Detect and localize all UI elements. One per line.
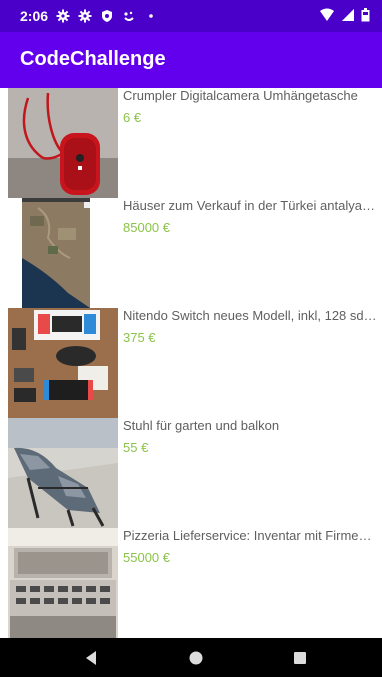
status-time: 2:06 — [20, 8, 49, 24]
listing-price: 375 € — [123, 330, 156, 345]
list-item[interactable]: Häuser zum Verkauf in der Türkei antalya… — [0, 198, 382, 308]
home-button[interactable] — [185, 647, 207, 669]
recents-button[interactable] — [289, 647, 311, 669]
listing-price: 55000 € — [123, 550, 170, 565]
wifi-icon — [320, 8, 334, 21]
app-bar: CodeChallenge — [0, 32, 382, 88]
listing-image-pizza-oven — [8, 528, 118, 638]
shield-icon — [102, 10, 113, 22]
listing-price: 6 € — [123, 110, 142, 125]
listing-price: 85000 € — [123, 220, 170, 235]
signal-icon — [342, 9, 354, 21]
app-title: CodeChallenge — [20, 48, 166, 70]
app-screen: 2:06 CodeChallenge Crumpler Digitalcamer… — [0, 0, 382, 677]
listing-title: Nitendo Switch neues Modell, inkl, 128 s… — [123, 308, 378, 323]
battery-icon — [361, 8, 370, 22]
back-button[interactable] — [80, 647, 102, 669]
wifi-calling-icon — [124, 11, 134, 21]
status-bar: 2:06 — [0, 0, 382, 32]
home-icon — [189, 651, 203, 665]
back-icon — [86, 651, 96, 665]
navigation-bar — [0, 638, 382, 677]
gear-icon — [56, 9, 70, 23]
listing-list[interactable]: Crumpler Digitalcamera Umhängetasche 6 € — [0, 88, 382, 638]
listing-image-console — [8, 308, 118, 418]
listing-title: Häuser zum Verkauf in der Türkei antalya… — [123, 198, 378, 213]
listing-price: 55 € — [123, 440, 149, 455]
list-item[interactable]: Stuhl für garten und balkon 55 € — [0, 418, 382, 528]
dot-icon — [149, 14, 153, 18]
gear-icon — [78, 9, 92, 23]
list-item[interactable]: Nitendo Switch neues Modell, inkl, 128 s… — [0, 308, 382, 418]
listing-image-satellite-map — [8, 198, 118, 308]
listing-image-garden-chair — [8, 418, 118, 528]
list-item[interactable]: Pizzeria Lieferservice: Inventar mit Fir… — [0, 528, 382, 638]
list-item[interactable]: Crumpler Digitalcamera Umhängetasche 6 € — [0, 88, 382, 198]
recents-icon — [294, 652, 306, 664]
listing-title: Crumpler Digitalcamera Umhängetasche — [123, 88, 358, 103]
listing-title: Stuhl für garten und balkon — [123, 418, 280, 433]
listing-image-camera-bag — [8, 88, 118, 198]
listing-title: Pizzeria Lieferservice: Inventar mit Fir… — [123, 528, 378, 543]
